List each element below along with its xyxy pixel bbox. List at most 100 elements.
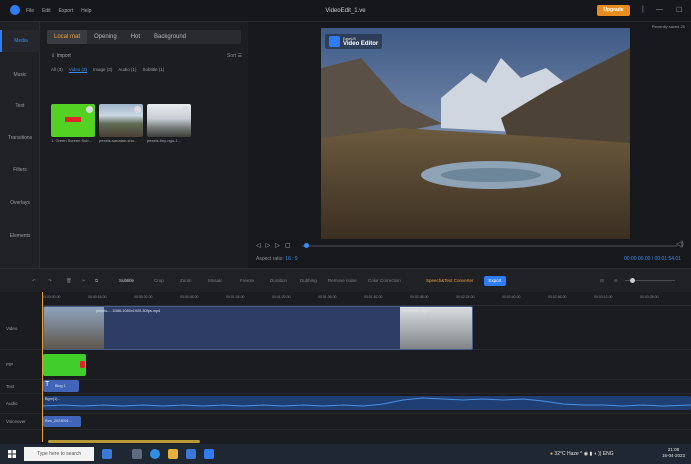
tool-crop[interactable]: Crop <box>154 278 164 283</box>
media-thumb-green-screen[interactable] <box>51 104 95 137</box>
copy-icon[interactable]: ⧉ <box>95 278 98 283</box>
fit-icon[interactable]: ⊟ <box>600 278 604 284</box>
nav-overlays[interactable]: Overlays <box>0 200 40 206</box>
track-text-row: Text <box>0 380 691 394</box>
tab-opening[interactable]: Opening <box>87 30 124 44</box>
redo-icon[interactable]: ↷ <box>48 278 52 284</box>
tool-remove-noise[interactable]: Remove noise <box>328 278 357 283</box>
windows-taskbar: Type here to search ● 32°C Haze ^ ◉ ▮ ◖ … <box>0 444 691 464</box>
ruler-tick: 00:01:20.00 <box>272 295 291 299</box>
video-preview[interactable]: EaseUS Video Editor <box>321 28 630 239</box>
sort-button[interactable]: Sort ☰ <box>227 53 242 59</box>
sort-icon: ☰ <box>237 53 243 59</box>
tool-zoom[interactable]: Zoom <box>180 278 192 283</box>
filter-all[interactable]: All (3) <box>51 67 63 72</box>
time-ruler[interactable]: 00:00:00.00 00:00:16.00 00:00:32.00 00:0… <box>40 292 691 306</box>
thumb-label: 1. Green Screen Sub... <box>51 138 92 143</box>
media-thumb-road[interactable] <box>147 104 191 137</box>
easeus-logo-icon <box>329 36 340 47</box>
stop-icon[interactable]: ▢ <box>285 242 291 249</box>
track-voiceover-row: Voiceover <box>0 414 691 430</box>
ruler-tick: 00:03:12.00 <box>594 295 613 299</box>
filter-audio[interactable]: Audio (1) <box>118 67 136 72</box>
nav-text[interactable]: Text <box>0 103 40 109</box>
progress-track[interactable] <box>302 245 677 247</box>
volume-icon[interactable]: ◁) <box>676 240 684 248</box>
filter-video[interactable]: Video (3) <box>69 67 87 72</box>
nav-music[interactable]: Music <box>0 72 40 78</box>
text-clip-icon: T <box>45 381 50 388</box>
store-icon[interactable] <box>186 449 196 459</box>
windows-start-icon[interactable] <box>8 450 16 458</box>
ruler-tick: 00:00:16.00 <box>88 295 107 299</box>
text-clip[interactable]: T Blog 1 <box>43 380 79 392</box>
nav-media[interactable]: Media <box>0 30 40 52</box>
clock-date: 16-04-2023 <box>662 453 686 458</box>
timeline-scrollbar[interactable] <box>48 440 200 443</box>
task-view-icon[interactable] <box>132 449 142 459</box>
tab-local-mat[interactable]: Local mat <box>47 30 88 44</box>
audio-clip[interactable]: Bgm(1)... <box>43 396 691 410</box>
tray-icons[interactable]: ^ ◉ ▮ ◖ )) <box>580 451 601 457</box>
ruler-tick: 00:01:36.00 <box>318 295 337 299</box>
tool-mosaic[interactable]: Mosaic <box>208 278 222 283</box>
tool-color-correction[interactable]: Color Correction <box>368 278 401 283</box>
track-pip-row: PIP <box>0 350 691 380</box>
pip-clip[interactable] <box>43 354 86 376</box>
media-panel: Local mat Opening Hot Background ⇩ Impor… <box>41 22 247 268</box>
check-icon <box>86 106 93 113</box>
tool-speech-text[interactable]: Speech&Text Converter <box>426 278 474 283</box>
ruler-tick: 00:01:04.00 <box>226 295 245 299</box>
thumb-red-bar <box>65 117 81 122</box>
voiceover-clip[interactable]: Rec_2023091... <box>43 416 81 427</box>
more-icon[interactable]: | <box>642 6 644 13</box>
filter-image[interactable]: Image (2) <box>93 67 112 72</box>
aspect-value[interactable]: 16 : 9 <box>285 256 298 262</box>
progress-handle[interactable] <box>304 243 309 248</box>
next-frame-icon[interactable]: ▷ <box>275 242 280 249</box>
text-clip-label: Blog 1 <box>55 384 66 388</box>
upgrade-button[interactable]: Upgrade <box>597 5 630 16</box>
thumb-label: pexels-sanatan-shu... <box>99 138 138 143</box>
export-button[interactable]: Export <box>484 276 506 286</box>
video-editor-taskbar-icon[interactable] <box>204 449 214 459</box>
ruler-tick: 00:00:48.00 <box>180 295 199 299</box>
weather-text[interactable]: 32°C Haze <box>554 451 578 457</box>
nav-transitions[interactable]: Transitions <box>0 135 40 141</box>
language-indicator[interactable]: ENG <box>603 451 614 457</box>
taskbar-app-icon[interactable] <box>102 449 112 459</box>
play-icon[interactable]: ▷ <box>266 242 271 249</box>
weather-icon: ● <box>550 451 554 457</box>
tab-hot[interactable]: Hot <box>124 30 147 44</box>
track-label-voiceover: Voiceover <box>6 419 26 424</box>
delete-icon[interactable]: 🗑 <box>66 278 72 284</box>
timeline: 00:00:00.00 00:00:16.00 00:00:32.00 00:0… <box>0 292 691 444</box>
check-icon <box>134 106 141 113</box>
undo-icon[interactable]: ↶ <box>32 278 36 284</box>
prev-frame-icon[interactable]: ◁ <box>256 242 261 249</box>
tab-background[interactable]: Background <box>147 30 193 44</box>
nav-elements[interactable]: Elements <box>0 233 40 239</box>
taskbar-search[interactable]: Type here to search <box>24 447 94 461</box>
file-explorer-icon[interactable] <box>168 449 178 459</box>
landscape-image <box>321 28 630 239</box>
tool-duration[interactable]: Duration <box>270 278 287 283</box>
tool-dubbing[interactable]: Dubbing <box>300 278 317 283</box>
nav-filters[interactable]: Filters <box>0 167 40 173</box>
taskbar-clock[interactable]: 21:08 16-04-2023 <box>662 447 685 459</box>
edge-icon[interactable] <box>150 449 160 459</box>
tool-freeze[interactable]: Freeze <box>240 278 254 283</box>
ruler-tick: 00:02:56.00 <box>548 295 567 299</box>
split-icon[interactable]: ✂ <box>82 278 86 284</box>
playhead[interactable] <box>42 292 43 442</box>
tool-subtitle[interactable]: Subtitle <box>119 278 134 283</box>
media-thumb-mountain[interactable] <box>99 104 143 137</box>
zoom-out-icon[interactable]: ⊖ <box>614 278 618 284</box>
filter-subtitle[interactable]: Subtitle (1) <box>142 67 164 72</box>
zoom-slider-handle[interactable] <box>630 278 635 283</box>
ruler-tick: 00:00:32.00 <box>134 295 153 299</box>
video-clip[interactable]: pexels-...-5386-1080x1920-30fps.mp4 pexe… <box>43 306 473 350</box>
import-button[interactable]: ⇩ Import <box>51 53 71 59</box>
minimize-button[interactable]: — <box>656 6 663 13</box>
maximize-button[interactable]: ☐ <box>676 6 682 14</box>
